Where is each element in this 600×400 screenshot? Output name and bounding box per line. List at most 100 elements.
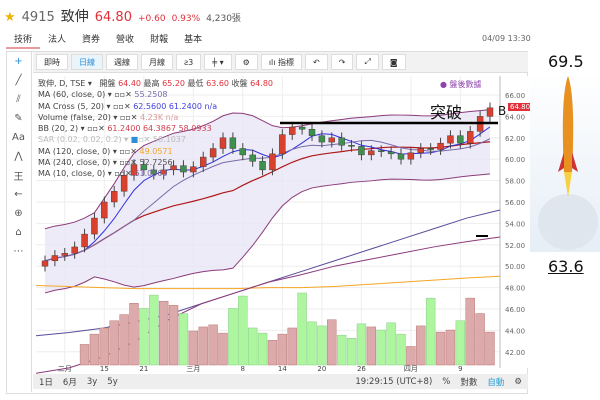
volume-bar [109, 320, 119, 366]
volume-bar [267, 340, 278, 366]
auto-toggle[interactable]: 自動 [487, 376, 504, 388]
label: BB (20, 2) [38, 124, 79, 134]
candle [378, 150, 385, 152]
candle [348, 145, 355, 147]
value: 52.7256 [139, 158, 173, 168]
y-tick-label: 62.00 [505, 135, 525, 143]
settings-icon[interactable]: ⚙ [514, 377, 522, 387]
y-tick-label: 60.00 [505, 156, 525, 164]
legend-ma10: MA (10, close, 0) ▾ ▫▫✕ 61.0900 [38, 169, 168, 179]
indicator-legend: 致伸, D, TSE ▾ 開盤 64.40 最高 65.20 最低 63.60 … [38, 78, 273, 180]
candle [61, 253, 68, 256]
candle [279, 134, 286, 155]
candle [328, 137, 335, 143]
volume-bar [297, 292, 307, 366]
value: 61.2400 64.3867 58.0933 [107, 124, 212, 134]
y-tick-label: 48.00 [505, 285, 525, 293]
value: 58.1037 [152, 135, 186, 145]
value: 4.23K n/a [140, 112, 179, 122]
candle [289, 126, 296, 135]
volume-bar [79, 344, 90, 366]
label: SAR (0.02, 0.02, 0.2) [38, 135, 122, 145]
range-1d[interactable]: 1日 [39, 376, 53, 388]
volume-bar [198, 326, 208, 366]
volume-bar [158, 300, 169, 366]
volume-bar [139, 308, 149, 366]
volume-bar [396, 333, 406, 366]
candle [387, 151, 395, 155]
candle [486, 107, 494, 117]
y-tick-label: 42.00 [505, 349, 525, 357]
range-5y[interactable]: 5y [107, 377, 117, 387]
candle [437, 142, 444, 150]
volume-bar [366, 326, 377, 366]
volume-bar [455, 320, 466, 366]
volume-bar [99, 327, 110, 366]
legend-main: 致伸, D, TSE ▾ 開盤 64.40 最高 65.20 最低 63.60 … [38, 79, 273, 88]
breakout-annotation: 突破 [430, 103, 463, 122]
y-tick-label: 56.00 [505, 199, 525, 207]
x-tick-label: 21 [139, 365, 148, 373]
candle [71, 246, 78, 254]
candle [427, 148, 434, 150]
candle [407, 152, 415, 160]
volume-bar [327, 319, 337, 366]
label: MA (240, close, 0) [38, 158, 111, 168]
volume-bar [376, 329, 386, 366]
candle [51, 255, 59, 262]
low-value: 63.60 [206, 79, 229, 88]
volume-bar [475, 313, 485, 366]
y-tick-label: 64.00 [505, 113, 525, 121]
label: Volume (false, 20) [38, 112, 111, 122]
candle [101, 201, 108, 219]
volume-bar [416, 325, 426, 366]
label: MA Cross (5, 20) [38, 101, 104, 111]
volume-bar [228, 308, 238, 366]
candle [318, 135, 326, 143]
label: MA (120, close, 0) [38, 146, 111, 156]
volume-bar [247, 327, 258, 366]
legend-sar: SAR (0.02, 0.02, 0.2) ▾ ■▫✕ 58.1037 [38, 135, 186, 145]
candle [467, 131, 474, 144]
volume-bar [89, 333, 100, 366]
x-tick-label: 三月 [186, 365, 200, 373]
rocket-icon [538, 76, 598, 250]
close-label: 收盤 [231, 79, 248, 88]
label: MA (60, close, 0) [38, 90, 106, 100]
volume-bar [238, 295, 248, 366]
volume-bar [208, 324, 218, 366]
rocket-top-value: 69.5 [548, 52, 584, 71]
symbol-label: 致伸, D, TSE [38, 79, 86, 88]
value: 61.0900 [134, 169, 168, 179]
low-label: 最低 [187, 79, 204, 88]
legend-bb: BB (20, 2) ▾ ▫▫✕ 61.2400 64.3867 58.0933 [38, 124, 212, 134]
open-value: 64.40 [118, 79, 141, 88]
candle [368, 150, 375, 156]
price-chart[interactable]: 66.00 64.00 62.00 60.00 58.00 56.00 54.00 52.00… [0, 0, 600, 400]
x-tick-label: 20 [317, 365, 326, 373]
volume-bar [346, 338, 357, 366]
volume-bar [336, 334, 347, 366]
volume-bar [445, 329, 456, 366]
volume-bar [178, 313, 189, 366]
value: 49.0571 [139, 146, 173, 156]
candle [417, 148, 424, 153]
range-3y[interactable]: 3y [87, 377, 97, 387]
percent-toggle[interactable]: % [442, 377, 450, 387]
rocket-image [530, 72, 600, 252]
log-toggle[interactable]: 對數 [460, 376, 477, 388]
range-6m[interactable]: 6月 [63, 376, 77, 388]
bottom-bar: 1日 6月 3y 5y 19:29:15 (UTC+8) % 對數 自動 ⚙ [33, 374, 528, 389]
candle [308, 129, 316, 136]
volume-bar [119, 314, 129, 366]
volume-bar [168, 305, 179, 366]
volume-bar [485, 331, 495, 366]
legend-ma60: MA (60, close, 0) ▾ ▫▫✕ 55.2508 [38, 90, 168, 100]
value: 55.2508 [134, 90, 168, 100]
candle [111, 191, 118, 203]
volume-bar [435, 331, 446, 366]
after-hours-link[interactable]: ● 盤後數據 [440, 79, 482, 90]
volume-bar [188, 330, 199, 366]
volume-bar [465, 297, 475, 366]
x-tick-label: 14 [278, 365, 287, 373]
